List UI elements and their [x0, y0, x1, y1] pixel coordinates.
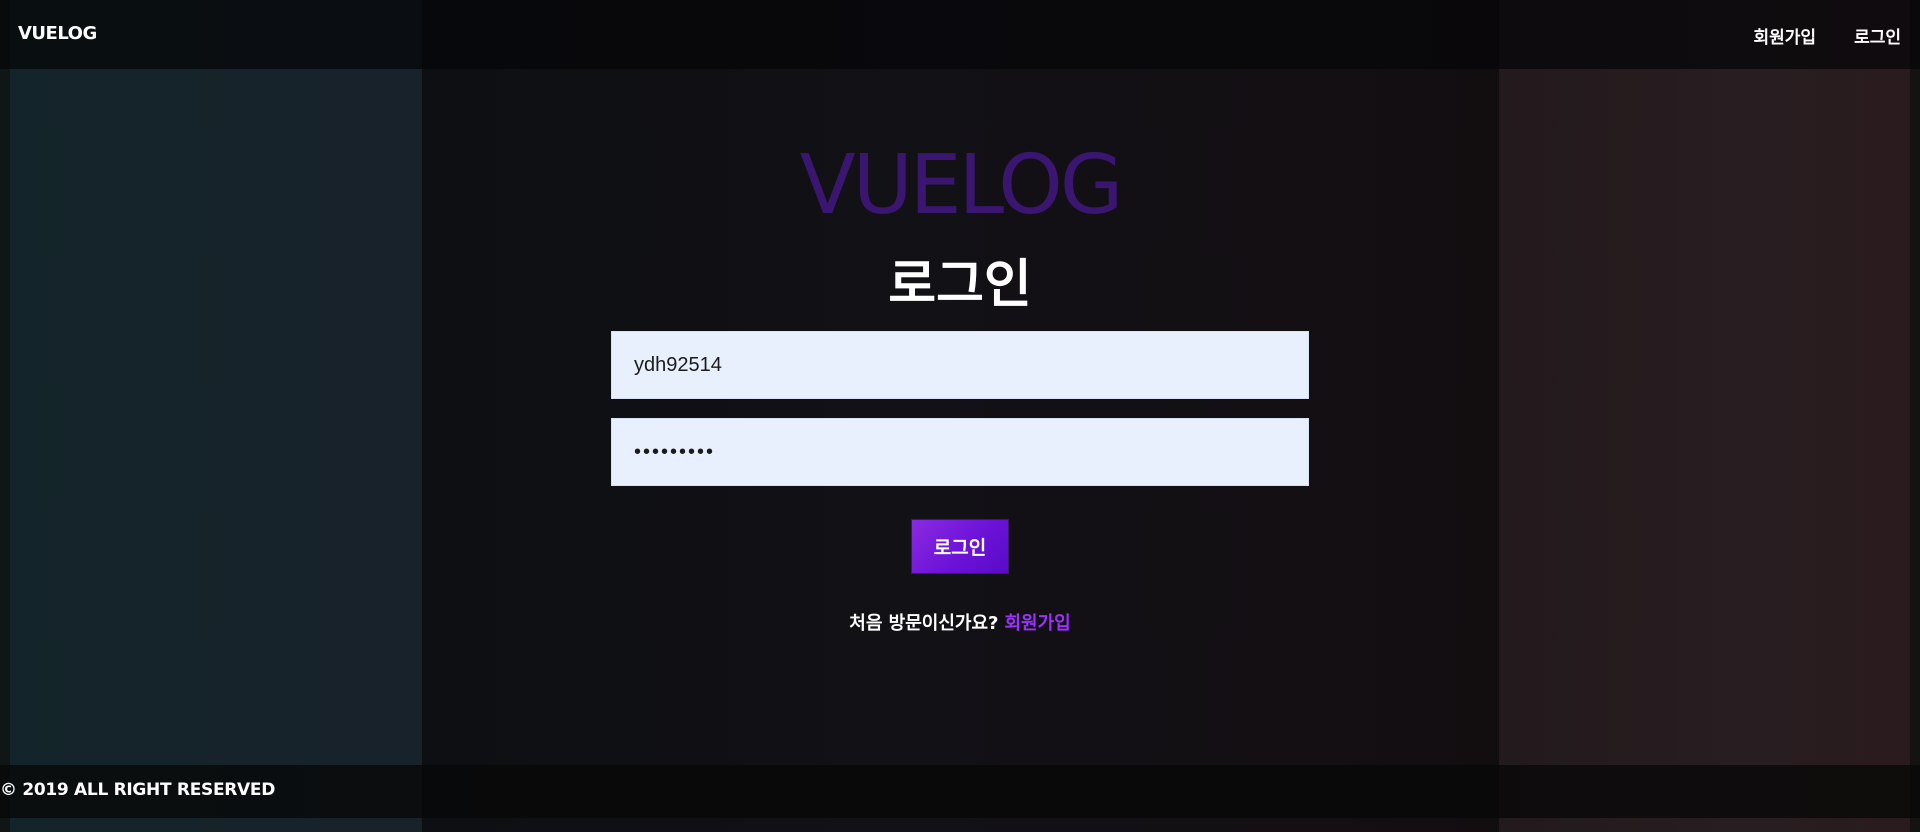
nav-signup-link[interactable]: 회원가입: [1754, 23, 1817, 48]
login-button[interactable]: 로그인: [912, 520, 1008, 573]
signup-prompt-text: 처음 방문이신가요?: [849, 613, 999, 634]
background-edge-right: [1910, 0, 1920, 832]
background-edge-left: [0, 0, 10, 832]
signup-link[interactable]: 회원가입: [1004, 613, 1070, 634]
hero-logo: VUELOG: [799, 138, 1124, 233]
page-title: 로그인: [888, 255, 1032, 315]
top-navbar: VUELOG 회원가입 로그인: [0, 0, 1920, 69]
footer: © 2019 ALL RIGHT RESERVED: [0, 765, 1920, 818]
password-input[interactable]: [611, 418, 1309, 486]
copyright-text: © 2019 ALL RIGHT RESERVED: [0, 780, 276, 800]
nav-login-link[interactable]: 로그인: [1854, 23, 1901, 48]
brand-logo[interactable]: VUELOG: [18, 23, 97, 44]
background-panel-right: [1499, 0, 1910, 832]
background-panel-center: [422, 0, 1499, 832]
page: VUELOG 회원가입 로그인 VUELOG 로그인 로그인 처음 방문이신가요…: [0, 0, 1920, 832]
signup-prompt: 처음 방문이신가요? 회원가입: [0, 609, 1920, 635]
background-panel-left: [10, 0, 422, 832]
nav-menu: 회원가입 로그인: [1754, 23, 1901, 48]
username-input[interactable]: [611, 331, 1309, 399]
